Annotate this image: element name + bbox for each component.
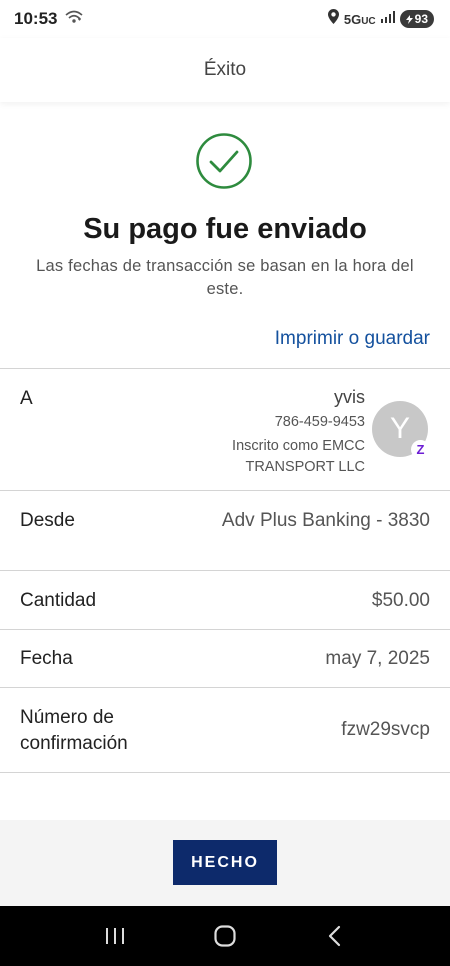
status-right: 5GUC 93 (327, 9, 434, 29)
network-label: 5G (343, 11, 362, 27)
location-icon (327, 9, 339, 29)
detail-value-from: Adv Plus Banking - 3830 (221, 510, 430, 531)
status-bar: 10:53 5GUC 93 (0, 0, 450, 38)
network-sub-label: UC (361, 15, 376, 27)
status-time: 10:53 (14, 9, 58, 28)
recipient-name: yvis (334, 387, 365, 407)
detail-label-date: Fecha (20, 648, 73, 669)
recipient-enrolled-name: Inscrito como EMCC TRANSPORT LLC (232, 438, 365, 475)
status-left: 10:53 (14, 9, 84, 29)
network-indicator: 5GUC (344, 12, 376, 27)
avatar-initial: Y (389, 412, 410, 445)
print-or-save-link[interactable]: Imprimir o guardar (275, 328, 430, 350)
battery-icon: 93 (399, 10, 434, 28)
detail-label-confirmation: Número de confirmación (20, 707, 128, 754)
success-subtitle: Las fechas de transacción se basan en la… (36, 257, 414, 298)
divider (0, 490, 450, 491)
zelle-icon: Z (411, 440, 430, 459)
divider (0, 570, 450, 571)
back-icon[interactable] (315, 916, 355, 956)
app-header: Éxito (0, 38, 450, 102)
zelle-badge-glyph: Z (416, 442, 425, 457)
detail-label-from: Desde (20, 510, 75, 531)
signal-icon (380, 10, 395, 28)
detail-value-amount: $50.00 (371, 590, 430, 611)
system-nav-bar (0, 906, 450, 966)
recent-apps-icon[interactable] (95, 916, 135, 956)
success-headline: Su pago fue enviado (83, 213, 367, 245)
divider (0, 368, 450, 369)
battery-level: 93 (414, 12, 428, 26)
page-title: Éxito (203, 59, 247, 80)
recipient-phone: 786-459-9453 (274, 414, 365, 430)
divider (0, 629, 450, 630)
footer: HECHO (0, 820, 450, 906)
detail-value-confirmation: fzw29svcp (341, 719, 430, 740)
home-icon[interactable] (205, 916, 245, 956)
recipient-label: A (20, 388, 33, 409)
divider (0, 772, 450, 773)
detail-value-date: may 7, 2025 (325, 648, 430, 669)
done-button[interactable]: HECHO (173, 840, 277, 885)
divider (0, 687, 450, 688)
wifi-calling-icon (65, 10, 84, 29)
detail-label-amount: Cantidad (20, 590, 97, 611)
check-circle-icon (195, 132, 253, 190)
